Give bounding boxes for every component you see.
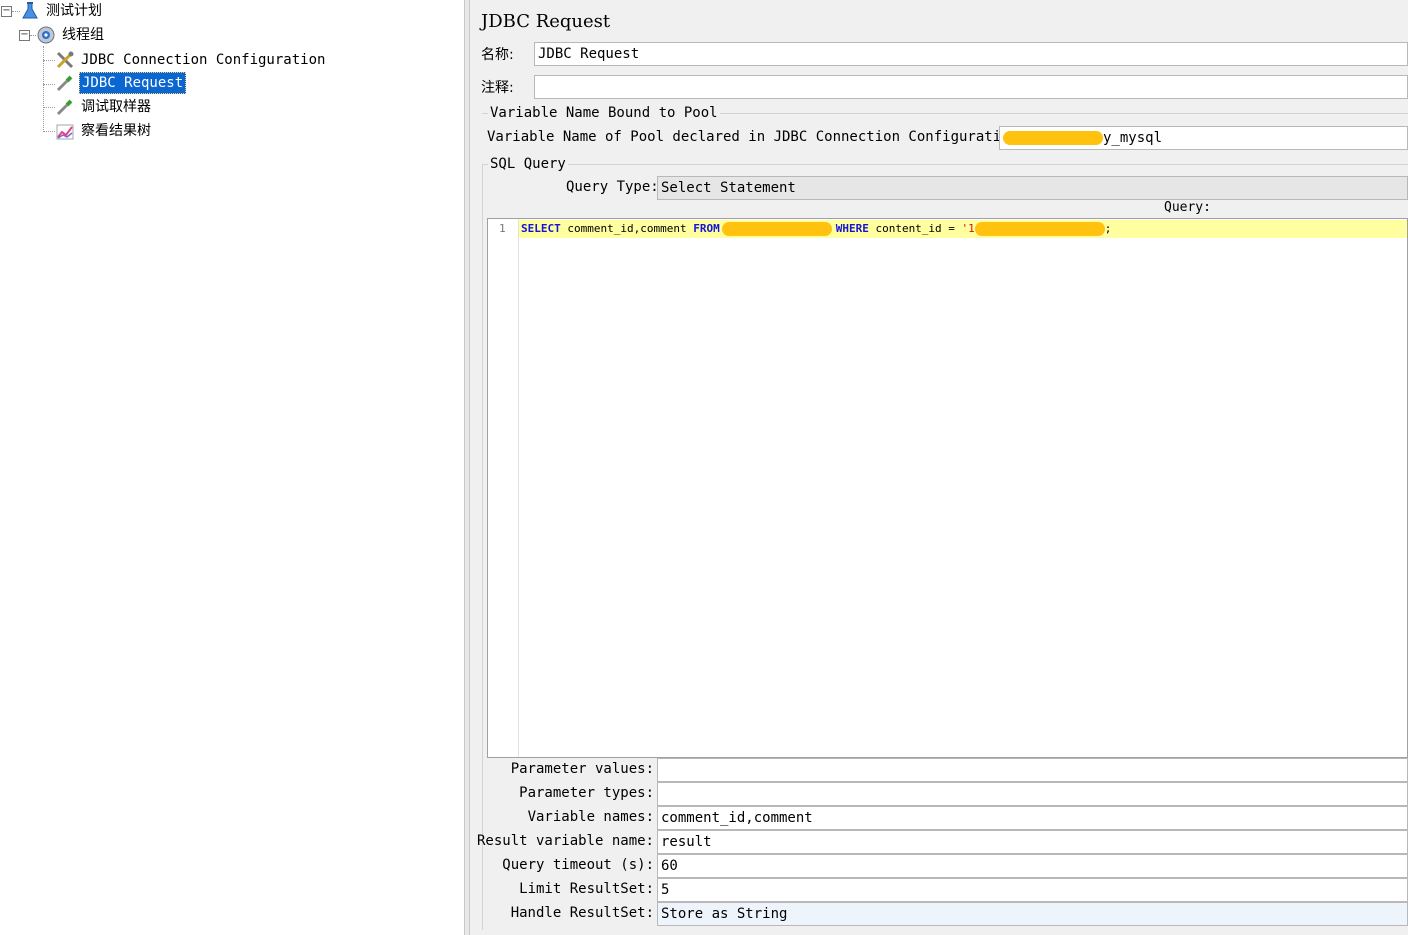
comment-label: 注释: xyxy=(481,80,514,96)
line-number-gutter: 1 xyxy=(488,219,519,757)
code-line[interactable]: SELECT comment_id,comment FROM WHERE cont… xyxy=(519,220,1407,238)
param-label: Parameter types: xyxy=(519,785,654,801)
handle-resultset-select[interactable]: Store as String xyxy=(657,902,1408,926)
redaction-mark xyxy=(974,222,1105,236)
param-label: Query timeout (s): xyxy=(502,857,654,873)
collapse-toggle[interactable]: − xyxy=(19,30,30,41)
tree-item-jdbc-connection-config[interactable]: JDBC Connection Configuration xyxy=(55,49,327,71)
variable-names-field[interactable]: comment_id,comment xyxy=(657,806,1408,830)
redaction-mark xyxy=(1003,131,1103,145)
panel-title: JDBC Request xyxy=(481,11,611,32)
tree-item-view-results-tree[interactable]: 察看结果树 xyxy=(55,120,153,142)
sql-string: '1 xyxy=(961,222,975,235)
query-timeout-field[interactable]: 60 xyxy=(657,854,1408,878)
query-type-label: Query Type: xyxy=(566,179,659,195)
pipette-icon xyxy=(55,73,75,93)
tree-connector xyxy=(43,84,55,85)
query-editor[interactable]: 1 SELECT comment_id,comment FROM WHERE co… xyxy=(487,218,1408,758)
sql-text: ; xyxy=(1104,222,1112,235)
tree-connector xyxy=(43,60,55,61)
tree-item-debug-sampler[interactable]: 调试取样器 xyxy=(55,96,153,118)
sql-keyword: FROM xyxy=(693,222,720,235)
pipette-icon xyxy=(55,97,75,117)
pool-name-value: y_mysql xyxy=(1103,130,1163,146)
param-label: Limit ResultSet: xyxy=(519,881,654,897)
query-type-select[interactable]: Select Statement xyxy=(657,176,1408,200)
tree-connector xyxy=(43,46,44,132)
tree-connector xyxy=(12,11,20,12)
group-border xyxy=(482,164,1408,165)
tools-icon xyxy=(55,50,75,70)
collapse-toggle[interactable]: − xyxy=(1,6,12,17)
limit-resultset-field[interactable]: 5 xyxy=(657,878,1408,902)
test-plan-icon xyxy=(20,1,40,21)
tree-item-label: 调试取样器 xyxy=(81,99,151,115)
query-label: Query: xyxy=(1164,200,1211,215)
tree-connector xyxy=(43,131,55,132)
thread-group-icon xyxy=(36,25,56,45)
pool-label: Variable Name of Pool declared in JDBC C… xyxy=(487,129,1027,145)
test-plan-tree[interactable]: − 测试计划 − 线程组 JDBC Connection Configurati… xyxy=(0,0,464,935)
param-label: Handle ResultSet: xyxy=(510,905,654,921)
name-label: 名称: xyxy=(481,47,514,63)
line-number: 1 xyxy=(499,222,506,235)
redaction-mark xyxy=(721,222,832,236)
tree-item-label: 测试计划 xyxy=(46,3,102,19)
parameter-types-field[interactable] xyxy=(657,782,1408,806)
tree-item-thread-group[interactable]: 线程组 xyxy=(36,24,106,46)
sql-keyword: SELECT xyxy=(521,222,561,235)
chart-icon xyxy=(55,121,75,141)
tree-item-jdbc-request[interactable]: JDBC Request xyxy=(55,72,187,94)
sql-text: comment_id,comment xyxy=(560,222,694,235)
tree-item-label: 线程组 xyxy=(62,27,104,43)
sql-text: content_id = xyxy=(868,222,962,235)
pool-name-field[interactable]: y_mysql xyxy=(999,126,1408,150)
sql-keyword: WHERE xyxy=(835,222,869,235)
group-border xyxy=(482,164,483,930)
pool-group-title: Variable Name Bound to Pool xyxy=(488,105,720,121)
tree-connector xyxy=(43,107,55,108)
comment-field[interactable] xyxy=(534,75,1408,99)
param-label: Variable names: xyxy=(527,809,654,825)
parameter-values-field[interactable] xyxy=(657,758,1408,782)
param-label: Parameter values: xyxy=(510,761,654,777)
result-variable-name-field[interactable]: result xyxy=(657,830,1408,854)
tree-item-test-plan[interactable]: 测试计划 xyxy=(20,0,104,22)
sql-group-title: SQL Query xyxy=(488,156,568,172)
param-label: Result variable name: xyxy=(476,833,654,849)
tree-item-label: JDBC Connection Configuration xyxy=(81,52,326,68)
jdbc-request-panel: JDBC Request 名称: JDBC Request 注释: Variab… xyxy=(470,0,1408,935)
tree-item-label: 察看结果树 xyxy=(81,123,151,139)
name-field[interactable]: JDBC Request xyxy=(534,42,1408,66)
tree-item-label: JDBC Request xyxy=(79,72,187,94)
